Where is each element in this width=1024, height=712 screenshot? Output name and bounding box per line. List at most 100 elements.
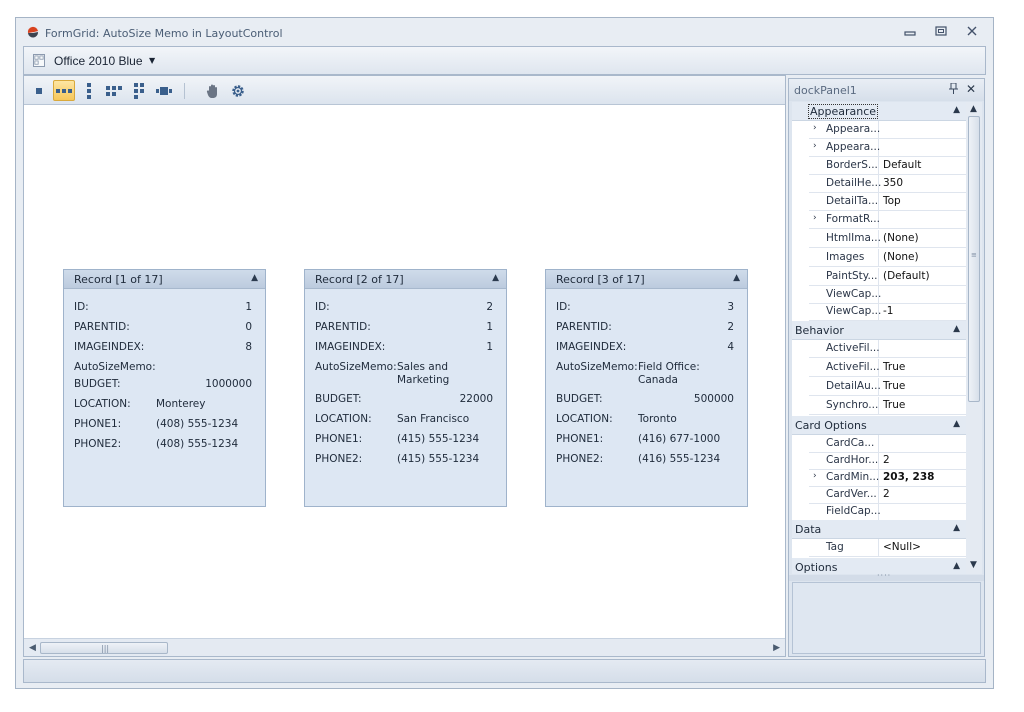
- category-appearance[interactable]: Appearance ▲: [792, 102, 966, 121]
- property-value[interactable]: True: [883, 399, 905, 411]
- property-row[interactable]: Tag <Null>: [809, 539, 966, 557]
- splitter[interactable]: ····: [789, 571, 984, 581]
- field-value-imageindex[interactable]: 8: [245, 341, 252, 353]
- chevron-up-icon[interactable]: ▲: [251, 273, 258, 283]
- property-row[interactable]: ActiveFil... True: [809, 359, 966, 377]
- field-value-phone2[interactable]: (415) 555-1234: [397, 453, 479, 466]
- property-value[interactable]: True: [883, 361, 905, 373]
- chevron-up-icon[interactable]: ▲: [953, 419, 960, 429]
- chevron-up-icon[interactable]: ▲: [492, 273, 499, 283]
- property-row[interactable]: HtmlIma... (None): [809, 230, 966, 248]
- chevron-right-icon[interactable]: ›: [813, 141, 817, 151]
- scrollbar-thumb[interactable]: ≡: [968, 116, 980, 402]
- property-row[interactable]: ViewCap... -1: [809, 303, 966, 321]
- field-value-budget[interactable]: 500000: [694, 393, 734, 405]
- property-value[interactable]: -1: [883, 305, 893, 317]
- minimize-button[interactable]: [902, 25, 918, 39]
- column-view-button[interactable]: [78, 80, 100, 101]
- field-value-autosizememo-line1[interactable]: Sales and: [397, 361, 448, 374]
- chevron-up-icon[interactable]: ▲: [733, 273, 740, 283]
- property-row[interactable]: DetailTa... Top: [809, 193, 966, 211]
- card-header[interactable]: Record [2 of 17] ▲: [305, 270, 506, 289]
- field-value-imageindex[interactable]: 4: [727, 341, 734, 353]
- chevron-right-icon[interactable]: ›: [813, 123, 817, 133]
- field-value-autosizememo-line2[interactable]: Canada: [638, 374, 678, 387]
- property-row[interactable]: CardHor... 2: [809, 452, 966, 470]
- category-data[interactable]: Data ▲: [792, 520, 966, 539]
- property-row[interactable]: Images (None): [809, 249, 966, 267]
- field-value-location[interactable]: Toronto: [638, 413, 677, 426]
- multi-row-view-button[interactable]: [103, 80, 125, 101]
- property-value[interactable]: 2: [883, 488, 890, 500]
- chevron-right-icon[interactable]: ›: [813, 471, 817, 481]
- layout-grid-area[interactable]: Record [1 of 17] ▲ ID: 1 PARENTID: 0 IMA…: [23, 75, 786, 657]
- field-value-autosizememo-line2[interactable]: Marketing: [397, 374, 449, 387]
- field-value-id[interactable]: 3: [727, 301, 734, 313]
- field-value-id[interactable]: 2: [486, 301, 493, 313]
- chevron-right-icon[interactable]: ›: [813, 213, 817, 223]
- row-view-button[interactable]: [53, 80, 75, 101]
- field-value-location[interactable]: Monterey: [156, 398, 205, 411]
- field-value-budget[interactable]: 22000: [460, 393, 493, 405]
- chevron-up-icon[interactable]: ▲: [953, 324, 960, 334]
- property-value[interactable]: <Null>: [883, 541, 921, 553]
- property-value[interactable]: 203, 238: [883, 471, 934, 483]
- field-value-id[interactable]: 1: [245, 301, 252, 313]
- scroll-down-arrow-icon[interactable]: ▼: [970, 560, 977, 570]
- field-value-budget[interactable]: 1000000: [205, 378, 252, 390]
- property-value[interactable]: 2: [883, 454, 890, 466]
- property-row[interactable]: › Appeara...: [809, 139, 966, 157]
- chevron-up-icon[interactable]: ▲: [953, 105, 960, 115]
- category-behavior[interactable]: Behavior ▲: [792, 321, 966, 340]
- chevron-up-icon[interactable]: ▲: [953, 561, 960, 571]
- field-value-location[interactable]: San Francisco: [397, 413, 469, 426]
- record-card-1[interactable]: Record [1 of 17] ▲ ID: 1 PARENTID: 0 IMA…: [63, 269, 266, 507]
- record-card-3[interactable]: Record [3 of 17] ▲ ID: 3 PARENTID: 2 IMA…: [545, 269, 748, 507]
- property-value[interactable]: Default: [883, 159, 921, 171]
- vertical-scrollbar[interactable]: ▲ ≡ ▼: [966, 102, 982, 574]
- property-row[interactable]: FieldCap...: [809, 503, 966, 521]
- property-value[interactable]: Top: [883, 195, 901, 207]
- card-header[interactable]: Record [3 of 17] ▲: [546, 270, 747, 289]
- scroll-up-arrow-icon[interactable]: ▲: [970, 104, 977, 114]
- property-value[interactable]: True: [883, 380, 905, 392]
- field-value-parentid[interactable]: 1: [486, 321, 493, 333]
- scrollbar-thumb[interactable]: |||: [40, 642, 168, 654]
- property-value[interactable]: (None): [883, 232, 919, 244]
- property-grid[interactable]: Appearance ▲ › Appeara... › Appeara... Bor…: [792, 102, 966, 574]
- title-bar[interactable]: FormGrid: AutoSize Memo in LayoutControl: [16, 18, 993, 46]
- property-row[interactable]: CardCa...: [809, 435, 966, 453]
- single-record-view-button[interactable]: [28, 80, 50, 101]
- scroll-left-arrow-icon[interactable]: ◀: [29, 643, 36, 653]
- scroll-right-arrow-icon[interactable]: ▶: [773, 643, 780, 653]
- property-row[interactable]: CardVer... 2: [809, 486, 966, 504]
- property-row[interactable]: Synchro... True: [809, 397, 966, 415]
- property-row[interactable]: DetailHe... 350: [809, 175, 966, 193]
- property-value[interactable]: 350: [883, 177, 903, 189]
- property-row[interactable]: › CardMin... 203, 238: [809, 469, 966, 487]
- horizontal-scrollbar[interactable]: ◀ ||| ▶: [24, 638, 785, 656]
- field-value-phone2[interactable]: (408) 555-1234: [156, 438, 238, 451]
- carousel-view-button[interactable]: [153, 80, 175, 101]
- record-card-2[interactable]: Record [2 of 17] ▲ ID: 2 PARENTID: 1 IMA…: [304, 269, 507, 507]
- pan-button[interactable]: [202, 80, 224, 101]
- property-row[interactable]: ViewCap...: [809, 286, 966, 304]
- field-value-phone1[interactable]: (408) 555-1234: [156, 418, 238, 431]
- property-row[interactable]: DetailAu... True: [809, 378, 966, 396]
- close-icon[interactable]: ✕: [966, 82, 976, 96]
- dock-panel-header[interactable]: dockPanel1 ✕: [789, 79, 984, 101]
- card-header[interactable]: Record [1 of 17] ▲: [64, 270, 265, 289]
- property-row[interactable]: PaintSty... (Default): [809, 268, 966, 286]
- close-button[interactable]: [964, 25, 980, 39]
- restore-button[interactable]: [933, 25, 949, 39]
- property-row[interactable]: BorderS... Default: [809, 157, 966, 175]
- customize-button[interactable]: [227, 80, 249, 101]
- field-value-phone1[interactable]: (415) 555-1234: [397, 433, 479, 446]
- field-value-parentid[interactable]: 2: [727, 321, 734, 333]
- chevron-up-icon[interactable]: ▲: [953, 523, 960, 533]
- skin-dropdown[interactable]: Office 2010 Blue ▼: [30, 50, 155, 71]
- property-row[interactable]: › Appeara...: [809, 121, 966, 139]
- field-value-parentid[interactable]: 0: [245, 321, 252, 333]
- field-value-phone1[interactable]: (416) 677-1000: [638, 433, 720, 446]
- field-value-phone2[interactable]: (416) 555-1234: [638, 453, 720, 466]
